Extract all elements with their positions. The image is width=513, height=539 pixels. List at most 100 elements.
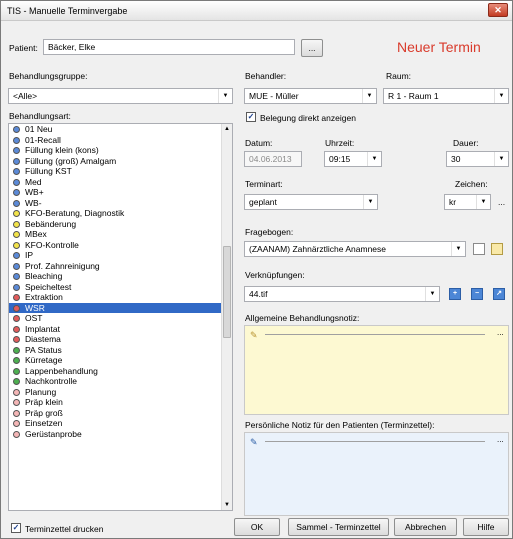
patient-label: Patient: [9,43,38,53]
list-item[interactable]: Med [9,177,232,188]
ok-button[interactable]: OK [234,518,280,536]
patient-browse-button[interactable]: ... [301,39,323,57]
list-item-label: Präp groß [25,407,63,418]
scroll-up-icon[interactable]: ▲ [222,124,232,134]
scroll-down-icon[interactable]: ▼ [222,500,232,510]
uhrzeit-label: Uhrzeit: [325,138,355,148]
color-dot-icon [13,367,20,375]
list-item[interactable]: Präp klein [9,397,232,408]
list-item[interactable]: Bebänderung [9,219,232,230]
color-dot-icon [13,262,20,270]
sammel-terminzettel-button[interactable]: Sammel - Terminzettel [288,518,389,536]
list-item[interactable]: Füllung (groß) Amalgam [9,156,232,167]
list-item[interactable]: OST [9,313,232,324]
list-item[interactable]: Füllung klein (kons) [9,145,232,156]
pers-notiz-toolbar-line [265,441,485,442]
list-item[interactable]: PA Status [9,345,232,356]
belegung-checkbox[interactable]: ✓ [246,112,256,122]
list-item-label: KFO-Kontrolle [25,239,79,250]
behandler-select[interactable]: MUE - Müller ▼ [244,88,377,104]
chevron-down-icon: ▼ [363,195,377,209]
empty-document-icon[interactable] [473,243,485,255]
uhrzeit-value: 09:15 [329,154,351,164]
color-dot-icon [13,147,20,154]
list-item[interactable]: Präp groß [9,408,232,419]
list-item-label: Präp klein [25,397,63,407]
list-item[interactable]: Kürretage [9,355,232,366]
behandlungsgruppe-label: Behandlungsgruppe: [9,71,88,81]
fragebogen-label: Fragebogen: [245,227,294,237]
pencil-icon[interactable]: ✎ [250,330,258,341]
raum-select[interactable]: R 1 - Raum 1 ▼ [383,88,509,104]
list-item-label: 01 Neu [25,124,53,134]
list-item[interactable]: Speicheltest [9,282,232,293]
list-item[interactable]: Lappenbehandlung [9,366,232,377]
behandlungsart-list[interactable]: 01 Neu 01-Recall Füllung klein (kons) Füllu… [8,123,233,511]
hilfe-button[interactable]: Hilfe [463,518,509,536]
list-item[interactable]: Extraktion [9,292,232,303]
pers-notiz-more-button[interactable]: ... [497,435,504,444]
add-link-icon[interactable]: + [449,288,461,300]
list-item-label: Implantat [25,323,60,334]
terminart-label: Terminart: [245,179,283,189]
patient-field[interactable]: Bäcker, Elke [43,39,295,55]
pers-notiz-area[interactable]: ✎ ... [244,432,509,516]
verknuepfungen-label: Verknüpfungen: [245,270,305,280]
scroll-thumb[interactable] [223,246,231,338]
belegung-label: Belegung direkt anzeigen [260,113,356,123]
color-dot-icon [13,430,20,438]
list-item-label: WB+ [25,187,44,197]
list-item-label: Planung [25,386,57,397]
new-term-heading: Neuer Termin [397,39,481,55]
close-button[interactable]: ✕ [488,3,508,17]
remove-link-icon[interactable]: − [471,288,483,300]
list-item[interactable]: Bleaching [9,271,232,282]
list-item[interactable]: Nachkontrolle [9,376,232,387]
color-dot-icon [13,283,20,291]
notiz-more-button[interactable]: ... [497,328,504,337]
color-dot-icon [13,220,20,228]
list-item-label: Prof. Zahnreinigung [25,260,100,271]
color-dot-icon [13,157,20,165]
datum-field[interactable]: 04.06.2013 [244,151,302,167]
pencil-icon[interactable]: ✎ [250,437,258,448]
open-link-icon[interactable]: ↗ [493,288,505,300]
questionnaire-icon[interactable] [491,243,503,255]
verknuepfungen-select[interactable]: 44.tif ▼ [244,286,440,302]
list-item[interactable]: WSR [9,302,232,313]
list-item[interactable]: Prof. Zahnreinigung [9,261,232,272]
color-dot-icon [13,273,20,280]
verknuepfungen-value: 44.tif [249,289,268,299]
print-checkbox[interactable]: ✓ [11,523,21,533]
list-item-label: Füllung (groß) Amalgam [25,155,117,166]
list-item-label: Diastema [25,334,61,344]
list-item[interactable]: Einsetzen [9,418,232,429]
fragebogen-select[interactable]: (ZAANAM) Zahnärztliche Anamnese ▼ [244,241,466,257]
list-item-label: WB- [25,197,42,208]
list-item[interactable]: Füllung KST [9,166,232,177]
list-item[interactable]: Planung [9,387,232,398]
terminart-select[interactable]: geplant ▼ [244,194,378,210]
uhrzeit-select[interactable]: 09:15 ▼ [324,151,382,167]
list-item[interactable]: MBex [9,229,232,240]
list-item[interactable]: Diastema [9,334,232,345]
list-item[interactable]: WB+ [9,187,232,198]
zeichen-select[interactable]: kr ▼ [444,194,491,210]
list-item[interactable]: KFO-Kontrolle [9,240,232,251]
list-item[interactable]: Gerüstanprobe [9,429,232,440]
list-item[interactable]: 01-Recall [9,135,232,146]
list-scrollbar[interactable]: ▲ ▼ [221,124,232,510]
behandlungsgruppe-select[interactable]: <Alle> ▼ [8,88,233,104]
color-dot-icon [13,420,20,427]
list-item[interactable]: WB- [9,198,232,209]
abbrechen-button[interactable]: Abbrechen [394,518,457,536]
chevron-down-icon: ▼ [367,152,381,166]
list-item[interactable]: KFO-Beratung, Diagnostik [9,208,232,219]
color-dot-icon [13,126,20,133]
dauer-select[interactable]: 30 ▼ [446,151,509,167]
zeichen-more-button[interactable]: ... [498,197,505,207]
behandlungsnotiz-area[interactable]: ✎ ... [244,325,509,415]
list-item[interactable]: Implantat [9,324,232,335]
list-item[interactable]: IP [9,250,232,261]
list-item[interactable]: 01 Neu [9,124,232,135]
